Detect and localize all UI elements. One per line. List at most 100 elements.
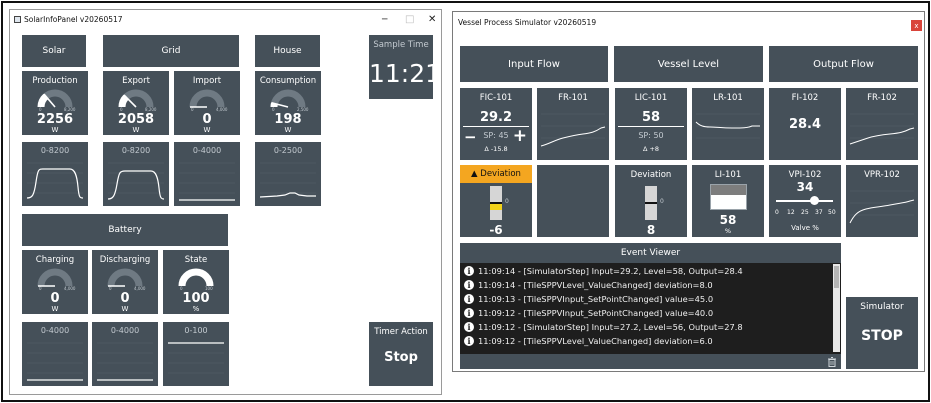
event-row[interactable]: i 11:09:13 - [TileSPPVInput_SetPointChang… xyxy=(464,294,713,304)
deviation-level-tile[interactable]: Deviation 0 8 xyxy=(615,165,687,237)
event-scrollbar[interactable] xyxy=(833,264,840,352)
state-tile[interactable]: State 0 100 100 % xyxy=(163,250,229,314)
house-group-header[interactable]: House xyxy=(255,35,320,67)
fic101-label: FIC-101 xyxy=(479,93,513,103)
info-icon: i xyxy=(464,336,474,346)
event-row[interactable]: i 11:09:14 - [TileSPPVLevel_ValueChanged]… xyxy=(464,280,713,290)
fic101-value: 29.2 xyxy=(479,110,513,125)
state-trend-tile[interactable]: 0-100 xyxy=(163,322,229,386)
consumption-value: 198 xyxy=(274,112,302,127)
event-row[interactable]: i 11:09:12 - [TileSPPVInput_SetPointChang… xyxy=(464,308,713,318)
vpi102-tick-50: 50 xyxy=(828,209,836,216)
simulator-tile[interactable]: Simulator STOP xyxy=(846,297,918,369)
consumption-tile[interactable]: Consumption 0 2,500 198 W xyxy=(255,71,321,135)
lic101-divider xyxy=(618,126,684,127)
close-button[interactable]: ✕ xyxy=(428,15,436,25)
export-value: 2058 xyxy=(117,112,155,127)
export-trend-line xyxy=(107,170,165,200)
fi102-value: 28.4 xyxy=(788,117,822,132)
deviation-level-label: Deviation xyxy=(630,170,672,180)
grid-group-header[interactable]: Grid xyxy=(103,35,239,67)
production-trend-tile[interactable]: 0-8200 xyxy=(22,142,88,206)
fr102-tile[interactable]: FR-102 xyxy=(846,88,918,160)
event-row[interactable]: i 11:09:14 - [SimulatorStep] Input=29.2, … xyxy=(464,266,743,276)
vpi102-tile[interactable]: VPI-102 34 0 12 25 37 50 Valve % xyxy=(769,165,841,237)
info-icon: i xyxy=(464,322,474,332)
export-unit: W xyxy=(132,126,140,134)
fr102-trend-chart xyxy=(849,113,915,145)
timer-stop-button[interactable]: Stop xyxy=(369,350,433,365)
import-trend-tile[interactable]: 0-4000 xyxy=(174,142,240,206)
charging-trend-tile[interactable]: 0-4000 xyxy=(22,322,88,386)
export-trend-chart xyxy=(107,162,165,200)
event-scrollbar-thumb[interactable] xyxy=(834,266,839,288)
export-tile[interactable]: Export 0 8,200 2058 W xyxy=(103,71,169,135)
lr101-trend-line xyxy=(695,121,760,129)
state-value: 100 xyxy=(182,291,210,306)
discharging-tile[interactable]: Discharging 0 4,000 0 W xyxy=(92,250,158,314)
fi102-tile[interactable]: FI-102 28.4 xyxy=(769,88,841,160)
export-gauge-fill xyxy=(118,94,129,108)
vpr102-tile[interactable]: VPR-102 xyxy=(846,165,918,237)
import-tile[interactable]: Import 0 4,000 0 W xyxy=(174,71,240,135)
solar-info-window: SolarInfoPanel v20260517 ─ □ ✕ Solar Gri… xyxy=(9,9,442,395)
timer-action-tile[interactable]: Timer Action Stop xyxy=(369,322,433,386)
deviation-level-value: 8 xyxy=(646,223,656,237)
deviation-level-zero-label: 0 xyxy=(660,198,664,205)
fic101-plus-button[interactable]: + xyxy=(513,126,527,146)
li101-tank-empty xyxy=(711,185,746,196)
event-text: 11:09:14 - [TileSPPVLevel_ValueChanged] … xyxy=(478,280,713,290)
deviation-input-zero-marker xyxy=(490,202,502,204)
vpi102-slider-track xyxy=(776,200,833,202)
vessel-level-header[interactable]: Vessel Level xyxy=(614,46,763,82)
consumption-trend-tile[interactable]: 0-2500 xyxy=(255,142,321,206)
event-text: 11:09:12 - [TileSPPVLevel_ValueChanged] … xyxy=(478,336,713,346)
vpr102-trend-line xyxy=(849,199,915,224)
info-icon: i xyxy=(464,308,474,318)
empty-tile xyxy=(537,165,609,237)
vessel-close-button[interactable]: x xyxy=(911,20,922,31)
input-flow-header[interactable]: Input Flow xyxy=(460,46,608,82)
event-text: 11:09:13 - [TileSPPVInput_SetPointChange… xyxy=(478,294,714,304)
minimize-button[interactable]: ─ xyxy=(382,15,387,25)
output-flow-header[interactable]: Output Flow xyxy=(769,46,918,82)
event-viewer-header: Event Viewer xyxy=(460,243,841,263)
deviation-input-fill xyxy=(490,203,502,210)
export-trend-tile[interactable]: 0-8200 xyxy=(103,142,169,206)
maximize-button[interactable]: □ xyxy=(405,15,414,25)
fr101-tile[interactable]: FR-101 xyxy=(537,88,609,160)
discharging-trend-tile[interactable]: 0-4000 xyxy=(92,322,158,386)
charging-tile[interactable]: Charging 0 4,000 0 W xyxy=(22,250,88,314)
event-row[interactable]: i 11:09:12 - [TileSPPVLevel_ValueChanged]… xyxy=(464,336,713,346)
info-icon: i xyxy=(464,280,474,290)
info-icon: i xyxy=(464,266,474,276)
deviation-input-bar xyxy=(490,186,502,220)
fr101-trend-line xyxy=(540,126,606,147)
li101-tile[interactable]: LI-101 58 % xyxy=(692,165,764,237)
lr101-tile[interactable]: LR-101 xyxy=(692,88,764,160)
battery-group-header[interactable]: Battery xyxy=(22,214,228,246)
lic101-tile[interactable]: LIC-101 58 SP: 50 Δ +8 xyxy=(615,88,687,160)
event-viewer-list[interactable]: i 11:09:14 - [SimulatorStep] Input=29.2, … xyxy=(460,263,841,369)
fic101-tile[interactable]: FIC-101 29.2 − SP: 45 + Δ -15.8 xyxy=(460,88,532,160)
charging-unit: W xyxy=(51,305,59,313)
vpi102-tick-12: 12 xyxy=(787,209,795,216)
vpi102-tick-37: 37 xyxy=(815,209,823,216)
lic101-delta: Δ +8 xyxy=(642,145,660,153)
solar-group-header[interactable]: Solar xyxy=(22,35,86,67)
vpi102-slider-thumb[interactable] xyxy=(810,196,820,205)
deviation-input-tile[interactable]: ▲ Deviation 0 -6 xyxy=(460,165,532,237)
import-trend-chart xyxy=(179,162,235,201)
lic101-setpoint: SP: 50 xyxy=(638,131,664,140)
fi102-label: FI-102 xyxy=(791,93,819,103)
vpi102-tick-25: 25 xyxy=(801,209,809,216)
trash-icon[interactable] xyxy=(826,356,838,368)
event-row[interactable]: i 11:09:12 - [SimulatorStep] Input=27.2, … xyxy=(464,322,743,332)
fic101-delta: Δ -15.8 xyxy=(484,145,508,153)
event-text: 11:09:14 - [SimulatorStep] Input=29.2, L… xyxy=(478,266,743,276)
li101-label: LI-101 xyxy=(714,170,742,180)
production-tile[interactable]: Production 0 8,200 2256 W xyxy=(22,71,88,135)
simulator-label: Simulator xyxy=(860,302,904,312)
simulator-stop-button[interactable]: STOP xyxy=(846,328,918,344)
vpi102-tick-0: 0 xyxy=(775,209,779,216)
